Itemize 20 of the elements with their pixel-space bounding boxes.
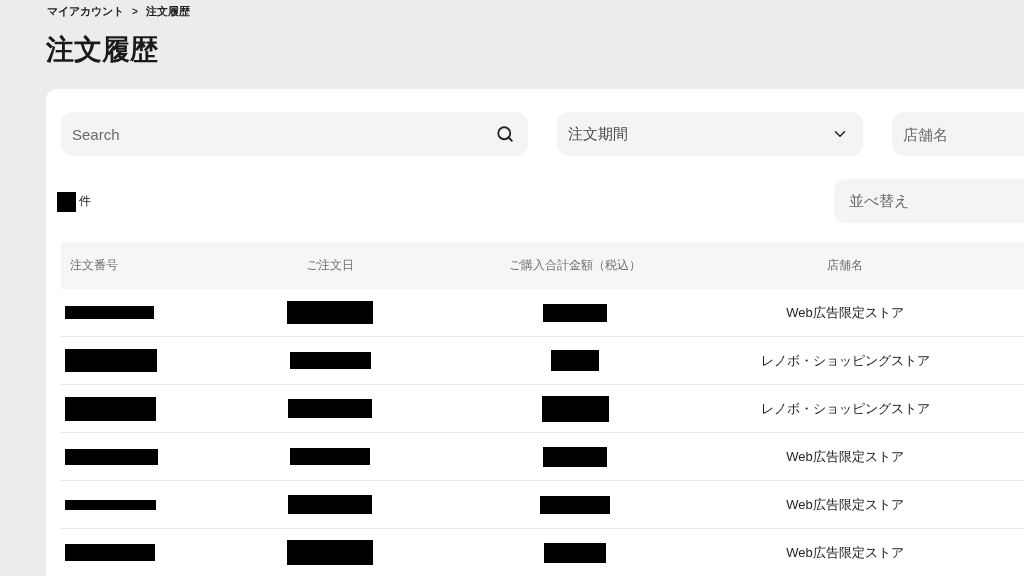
search-field[interactable]: Search [61, 112, 528, 156]
column-header: 店舗名 [827, 257, 863, 274]
result-count-unit: 件 [79, 193, 91, 210]
table-cell: Web広告限定ストア [786, 303, 904, 322]
column-header: 注文番号 [69, 257, 118, 274]
column-header: ご注文日 [306, 257, 354, 274]
table-cell: Web広告限定ストア [786, 447, 904, 466]
breadcrumb-separator: > [132, 6, 138, 17]
store-name-field[interactable]: 店舗名 [892, 112, 1024, 156]
table-cell: Web広告限定ストア [786, 495, 904, 514]
sort-dropdown[interactable]: 並べ替え [834, 179, 1024, 223]
breadcrumb-link[interactable]: マイアカウント [47, 4, 124, 19]
page-title: 注文履歴 [46, 33, 158, 67]
table-cell: レノボ・ショッピングストア [760, 399, 930, 418]
column-header: ご購入合計金額（税込） [509, 257, 641, 274]
search-icon[interactable] [496, 125, 514, 143]
table-cell: レノボ・ショッピングストア [760, 351, 930, 370]
breadcrumb-link[interactable]: 注文履歴 [145, 4, 190, 19]
period-dropdown[interactable]: 注文期間 [557, 112, 863, 156]
table-cell: Web広告限定ストア [786, 543, 904, 562]
